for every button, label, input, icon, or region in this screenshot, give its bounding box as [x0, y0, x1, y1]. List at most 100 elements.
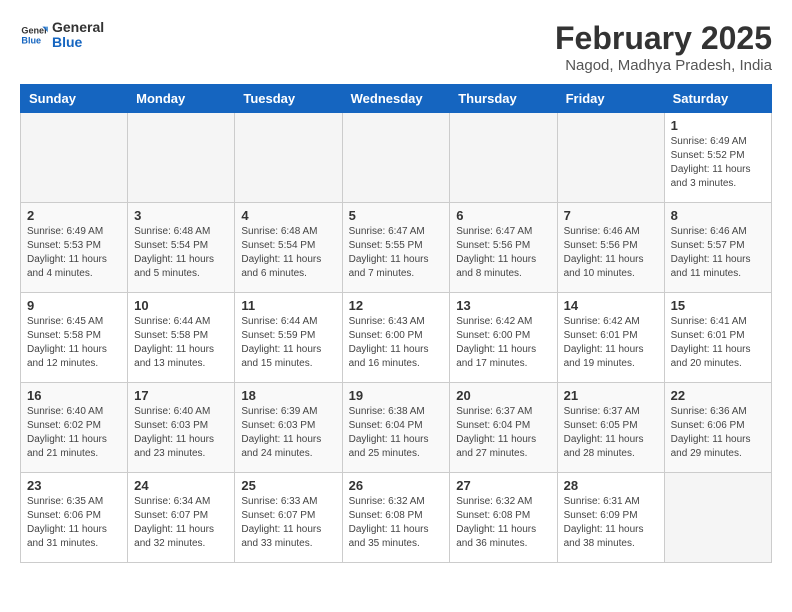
week-row-2: 2 Sunrise: 6:49 AM Sunset: 5:53 PM Daylig… — [21, 203, 772, 293]
day-info: Sunrise: 6:32 AM Sunset: 6:08 PM Dayligh… — [456, 495, 550, 551]
day-number: 25 — [241, 478, 335, 493]
day-info: Sunrise: 6:42 AM Sunset: 6:00 PM Dayligh… — [456, 315, 550, 371]
logo-icon: General Blue — [20, 21, 48, 49]
calendar-cell — [342, 113, 450, 203]
calendar-cell — [128, 113, 235, 203]
day-info: Sunrise: 6:47 AM Sunset: 5:55 PM Dayligh… — [349, 225, 444, 281]
day-info: Sunrise: 6:49 AM Sunset: 5:53 PM Dayligh… — [27, 225, 121, 281]
calendar-cell: 3 Sunrise: 6:48 AM Sunset: 5:54 PM Daylig… — [128, 203, 235, 293]
weekday-header-thursday: Thursday — [450, 85, 557, 113]
day-number: 26 — [349, 478, 444, 493]
weekday-header-saturday: Saturday — [664, 85, 771, 113]
weekday-header-monday: Monday — [128, 85, 235, 113]
day-info: Sunrise: 6:36 AM Sunset: 6:06 PM Dayligh… — [671, 405, 765, 461]
day-info: Sunrise: 6:33 AM Sunset: 6:07 PM Dayligh… — [241, 495, 335, 551]
day-info: Sunrise: 6:44 AM Sunset: 5:58 PM Dayligh… — [134, 315, 228, 371]
day-number: 1 — [671, 118, 765, 133]
calendar-cell: 2 Sunrise: 6:49 AM Sunset: 5:53 PM Daylig… — [21, 203, 128, 293]
page-header: General Blue General Blue February 2025 … — [20, 20, 772, 74]
day-info: Sunrise: 6:39 AM Sunset: 6:03 PM Dayligh… — [241, 405, 335, 461]
calendar-cell: 10 Sunrise: 6:44 AM Sunset: 5:58 PM Dayli… — [128, 293, 235, 383]
calendar-cell: 22 Sunrise: 6:36 AM Sunset: 6:06 PM Dayli… — [664, 383, 771, 473]
calendar-cell: 18 Sunrise: 6:39 AM Sunset: 6:03 PM Dayli… — [235, 383, 342, 473]
day-number: 23 — [27, 478, 121, 493]
day-number: 3 — [134, 208, 228, 223]
weekday-header-tuesday: Tuesday — [235, 85, 342, 113]
calendar-cell: 28Sunrise: 6:31 AM Sunset: 6:09 PM Dayli… — [557, 473, 664, 563]
weekday-header-friday: Friday — [557, 85, 664, 113]
calendar-cell — [21, 113, 128, 203]
day-number: 5 — [349, 208, 444, 223]
logo: General Blue General Blue — [20, 20, 104, 51]
day-info: Sunrise: 6:49 AM Sunset: 5:52 PM Dayligh… — [671, 135, 765, 191]
calendar-cell: 17 Sunrise: 6:40 AM Sunset: 6:03 PM Dayli… — [128, 383, 235, 473]
calendar-cell — [557, 113, 664, 203]
calendar-cell: 5 Sunrise: 6:47 AM Sunset: 5:55 PM Daylig… — [342, 203, 450, 293]
calendar-cell: 19 Sunrise: 6:38 AM Sunset: 6:04 PM Dayli… — [342, 383, 450, 473]
month-title: February 2025 — [555, 20, 772, 57]
calendar-cell: 12 Sunrise: 6:43 AM Sunset: 6:00 PM Dayli… — [342, 293, 450, 383]
week-row-5: 23 Sunrise: 6:35 AM Sunset: 6:06 PM Dayli… — [21, 473, 772, 563]
calendar-cell: 13 Sunrise: 6:42 AM Sunset: 6:00 PM Dayli… — [450, 293, 557, 383]
day-number: 24 — [134, 478, 228, 493]
day-number: 13 — [456, 298, 550, 313]
day-info: Sunrise: 6:48 AM Sunset: 5:54 PM Dayligh… — [241, 225, 335, 281]
calendar-table: SundayMondayTuesdayWednesdayThursdayFrid… — [20, 84, 772, 563]
calendar-cell — [235, 113, 342, 203]
week-row-4: 16 Sunrise: 6:40 AM Sunset: 6:02 PM Dayli… — [21, 383, 772, 473]
logo-general: General — [52, 20, 104, 35]
day-info: Sunrise: 6:48 AM Sunset: 5:54 PM Dayligh… — [134, 225, 228, 281]
day-number: 18 — [241, 388, 335, 403]
day-info: Sunrise: 6:40 AM Sunset: 6:03 PM Dayligh… — [134, 405, 228, 461]
day-info: Sunrise: 6:44 AM Sunset: 5:59 PM Dayligh… — [241, 315, 335, 371]
week-row-3: 9Sunrise: 6:45 AM Sunset: 5:58 PM Daylig… — [21, 293, 772, 383]
day-number: 10 — [134, 298, 228, 313]
calendar-cell: 1 Sunrise: 6:49 AM Sunset: 5:52 PM Daylig… — [664, 113, 771, 203]
day-info: Sunrise: 6:35 AM Sunset: 6:06 PM Dayligh… — [27, 495, 121, 551]
calendar-cell: 16 Sunrise: 6:40 AM Sunset: 6:02 PM Dayli… — [21, 383, 128, 473]
day-info: Sunrise: 6:43 AM Sunset: 6:00 PM Dayligh… — [349, 315, 444, 371]
day-number: 9 — [27, 298, 121, 313]
logo-blue: Blue — [52, 35, 104, 50]
day-info: Sunrise: 6:42 AM Sunset: 6:01 PM Dayligh… — [564, 315, 658, 371]
week-row-1: 1 Sunrise: 6:49 AM Sunset: 5:52 PM Daylig… — [21, 113, 772, 203]
day-number: 2 — [27, 208, 121, 223]
calendar-cell: 25 Sunrise: 6:33 AM Sunset: 6:07 PM Dayli… — [235, 473, 342, 563]
day-info: Sunrise: 6:34 AM Sunset: 6:07 PM Dayligh… — [134, 495, 228, 551]
day-info: Sunrise: 6:38 AM Sunset: 6:04 PM Dayligh… — [349, 405, 444, 461]
day-number: 14 — [564, 298, 658, 313]
day-number: 12 — [349, 298, 444, 313]
day-number: 27 — [456, 478, 550, 493]
calendar-cell: 26 Sunrise: 6:32 AM Sunset: 6:08 PM Dayli… — [342, 473, 450, 563]
calendar-cell — [450, 113, 557, 203]
day-number: 7 — [564, 208, 658, 223]
calendar-cell: 23 Sunrise: 6:35 AM Sunset: 6:06 PM Dayli… — [21, 473, 128, 563]
day-info: Sunrise: 6:40 AM Sunset: 6:02 PM Dayligh… — [27, 405, 121, 461]
calendar-cell: 24 Sunrise: 6:34 AM Sunset: 6:07 PM Dayli… — [128, 473, 235, 563]
day-number: 22 — [671, 388, 765, 403]
calendar-cell: 20Sunrise: 6:37 AM Sunset: 6:04 PM Dayli… — [450, 383, 557, 473]
calendar-cell — [664, 473, 771, 563]
day-number: 21 — [564, 388, 658, 403]
calendar-cell: 8Sunrise: 6:46 AM Sunset: 5:57 PM Daylig… — [664, 203, 771, 293]
day-number: 16 — [27, 388, 121, 403]
day-info: Sunrise: 6:32 AM Sunset: 6:08 PM Dayligh… — [349, 495, 444, 551]
day-number: 28 — [564, 478, 658, 493]
location-subtitle: Nagod, Madhya Pradesh, India — [555, 57, 772, 74]
day-number: 8 — [671, 208, 765, 223]
day-number: 11 — [241, 298, 335, 313]
weekday-header-row: SundayMondayTuesdayWednesdayThursdayFrid… — [21, 85, 772, 113]
day-number: 17 — [134, 388, 228, 403]
weekday-header-wednesday: Wednesday — [342, 85, 450, 113]
calendar-cell: 4Sunrise: 6:48 AM Sunset: 5:54 PM Daylig… — [235, 203, 342, 293]
title-block: February 2025 Nagod, Madhya Pradesh, Ind… — [555, 20, 772, 74]
weekday-header-sunday: Sunday — [21, 85, 128, 113]
calendar-cell: 7Sunrise: 6:46 AM Sunset: 5:56 PM Daylig… — [557, 203, 664, 293]
day-number: 19 — [349, 388, 444, 403]
calendar-cell: 27 Sunrise: 6:32 AM Sunset: 6:08 PM Dayli… — [450, 473, 557, 563]
day-number: 15 — [671, 298, 765, 313]
day-info: Sunrise: 6:37 AM Sunset: 6:04 PM Dayligh… — [456, 405, 550, 461]
day-info: Sunrise: 6:37 AM Sunset: 6:05 PM Dayligh… — [564, 405, 658, 461]
day-number: 6 — [456, 208, 550, 223]
calendar-cell: 14 Sunrise: 6:42 AM Sunset: 6:01 PM Dayli… — [557, 293, 664, 383]
